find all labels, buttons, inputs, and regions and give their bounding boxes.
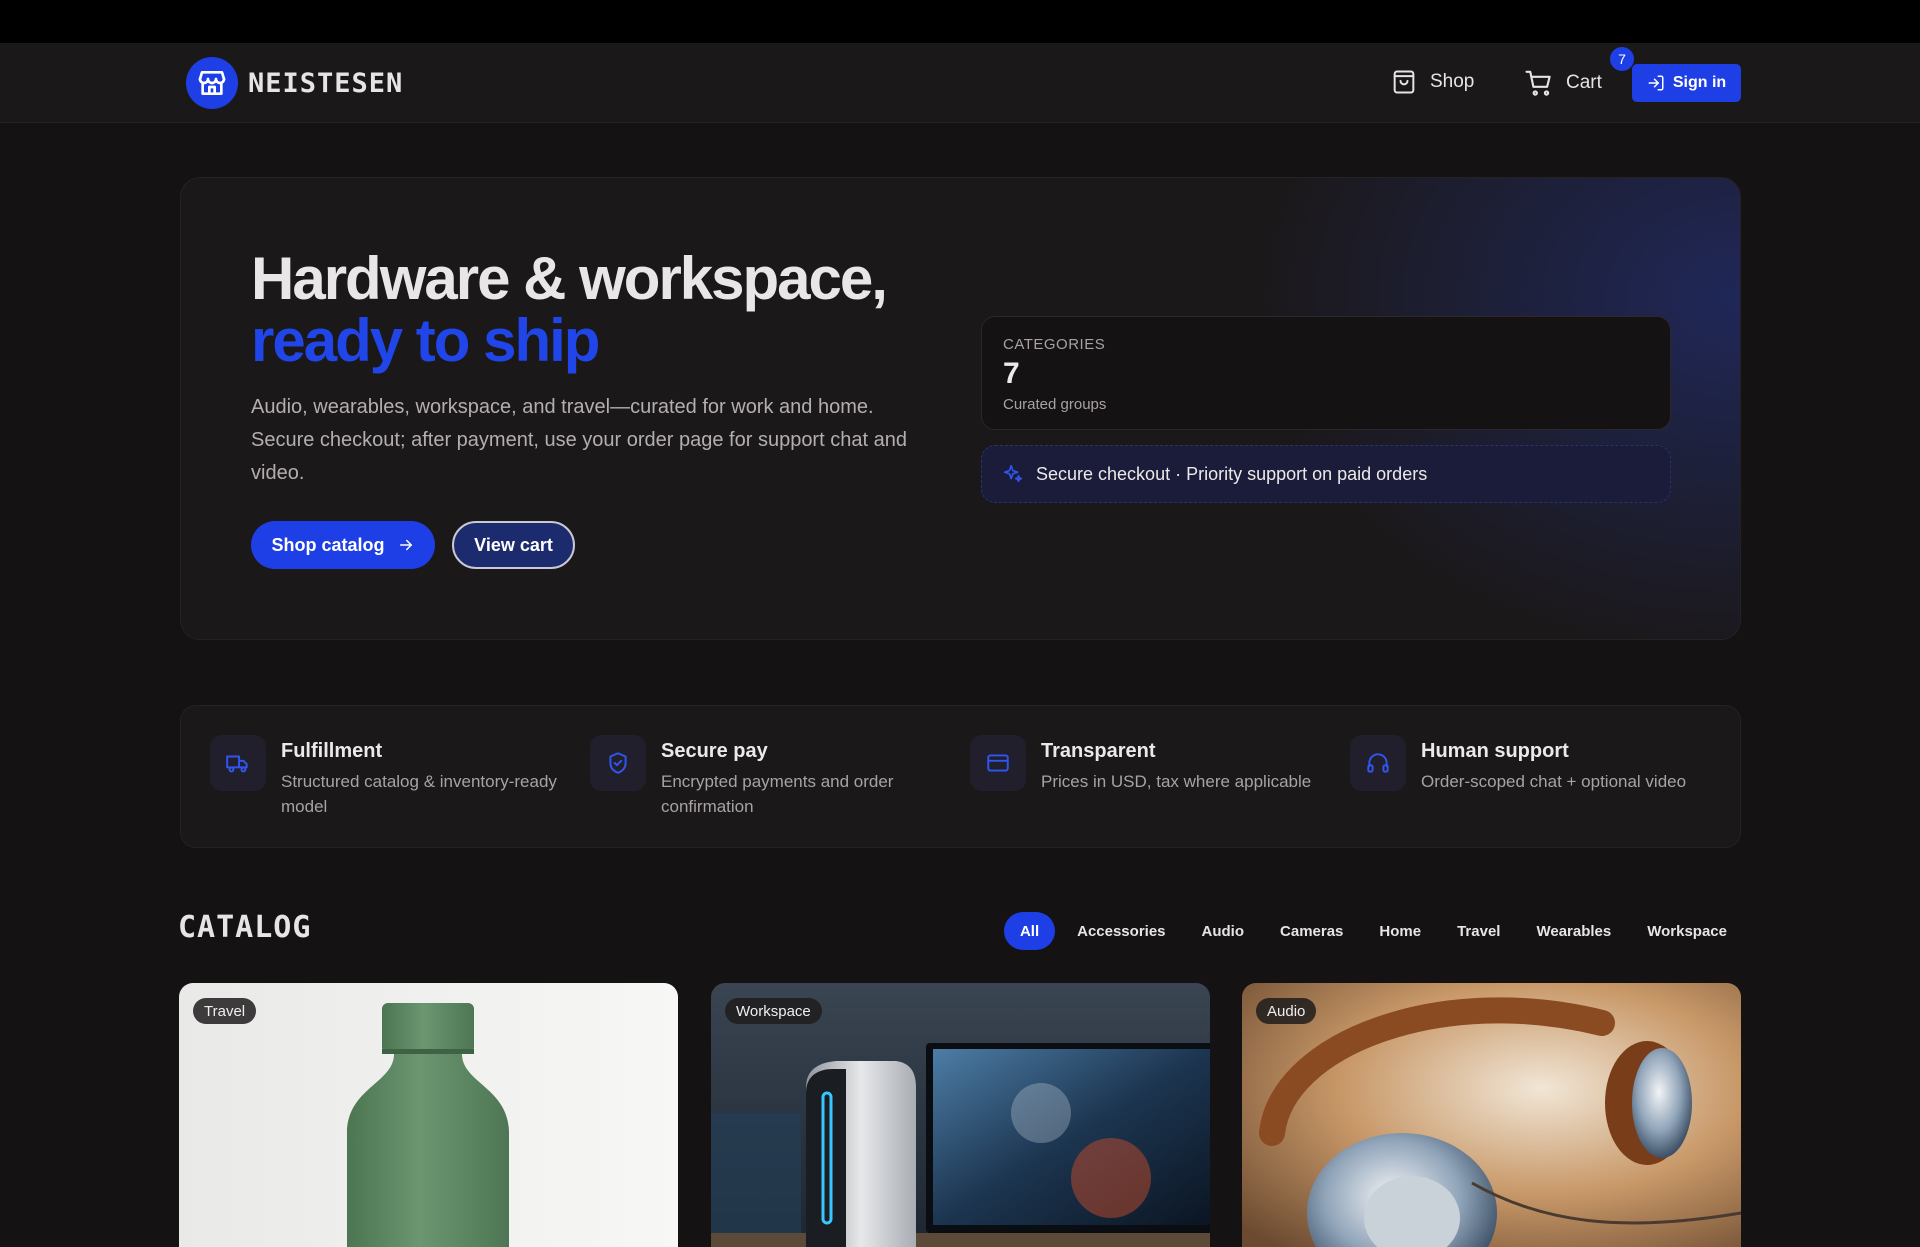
nav-cart-label: Cart	[1566, 72, 1602, 93]
feature-title: Human support	[1421, 740, 1569, 762]
hero-title: Hardware & workspace, ready to ship	[251, 245, 888, 374]
window-top-bar	[0, 0, 1920, 43]
product-image-bottle	[179, 983, 678, 1247]
sign-in-label: Sign in	[1672, 74, 1727, 91]
hero-title-line1: Hardware & workspace,	[251, 245, 888, 312]
credit-card-icon	[970, 735, 1026, 791]
filter-wearables[interactable]: Wearables	[1522, 912, 1625, 950]
feature-desc: Encrypted payments and order confirmatio…	[661, 772, 894, 816]
filter-all[interactable]: All	[1003, 912, 1056, 950]
headphones-icon	[1350, 735, 1406, 791]
view-cart-label: View cart	[474, 534, 553, 555]
filter-accessories[interactable]: Accessories	[1063, 912, 1179, 950]
category-filters: All Accessories Audio Cameras Home Trave…	[1003, 912, 1741, 950]
filter-home[interactable]: Home	[1365, 912, 1435, 950]
sign-in-icon	[1648, 75, 1664, 91]
product-category-tag: Workspace	[725, 998, 822, 1024]
brand-name: NEISTESEN	[248, 67, 404, 99]
arrow-right-icon	[399, 539, 412, 551]
categories-stat-label: CATEGORIES	[1003, 336, 1106, 353]
feature-title: Transparent	[1041, 740, 1156, 762]
shop-catalog-button[interactable]: Shop catalog	[251, 521, 435, 569]
feature-desc: Order-scoped chat + optional video	[1421, 772, 1687, 791]
store-icon	[186, 57, 238, 109]
categories-stat-value: 7	[1003, 357, 1020, 390]
hero-title-highlight: ready to ship	[251, 307, 600, 374]
shopping-bag-icon	[1393, 70, 1415, 94]
categories-stat-card: CATEGORIES 7 Curated groups	[981, 316, 1671, 430]
product-card[interactable]: Workspace	[711, 983, 1210, 1247]
filter-workspace[interactable]: Workspace	[1633, 912, 1741, 950]
feature-title: Fulfillment	[281, 740, 383, 762]
feature-title: Secure pay	[661, 740, 768, 762]
product-card[interactable]: Travel	[179, 983, 678, 1247]
product-image-headphones	[1242, 983, 1741, 1247]
secure-checkout-text: Secure checkout · Priority support on pa…	[1036, 463, 1428, 484]
product-category-tag: Audio	[1256, 998, 1317, 1024]
truck-icon	[210, 735, 266, 791]
product-card[interactable]: Audio	[1242, 983, 1741, 1247]
hero-subtitle: Audio, wearables, workspace, and travel—…	[251, 396, 907, 484]
categories-stat-desc: Curated groups	[1003, 396, 1107, 413]
nav-shop-link[interactable]: Shop	[1390, 68, 1474, 96]
feature-desc: Structured catalog & inventory-ready mod…	[281, 772, 557, 816]
secure-checkout-note: Secure checkout · Priority support on pa…	[981, 445, 1671, 503]
features-strip: Fulfillment Structured catalog & invento…	[180, 705, 1741, 848]
brand-logo[interactable]: NEISTESEN	[186, 57, 403, 109]
sparkle-icon	[1003, 464, 1023, 483]
filter-audio[interactable]: Audio	[1188, 912, 1259, 950]
feature-desc: Prices in USD, tax where applicable	[1041, 772, 1312, 791]
hero-section: Hardware & workspace, ready to ship Audi…	[180, 177, 1741, 640]
cart-count-badge: 7	[1610, 47, 1634, 71]
filter-cameras[interactable]: Cameras	[1266, 912, 1357, 950]
catalog-heading: CATALOG	[178, 910, 312, 945]
cart-icon	[1525, 70, 1551, 96]
view-cart-button[interactable]: View cart	[452, 521, 575, 569]
product-category-tag: Travel	[193, 998, 257, 1024]
shop-catalog-label: Shop catalog	[271, 534, 385, 555]
nav-cart-link[interactable]: Cart	[1524, 68, 1602, 98]
filter-travel[interactable]: Travel	[1443, 912, 1514, 950]
shield-icon	[590, 735, 646, 791]
sign-in-button[interactable]: Sign in	[1632, 64, 1741, 102]
nav-shop-label: Shop	[1430, 71, 1475, 92]
